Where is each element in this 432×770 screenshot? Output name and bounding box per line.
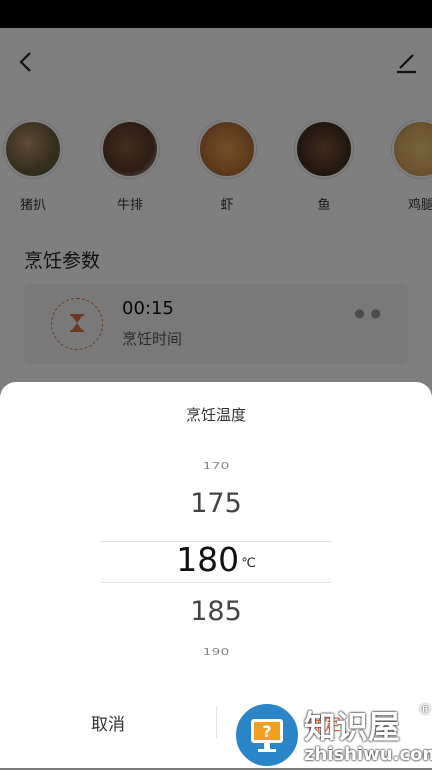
picker-option[interactable]: 175 <box>0 488 432 519</box>
watermark: ? 知识屋 ® zhishiwu.com <box>232 700 432 768</box>
watermark-title: 知识屋 <box>304 708 401 746</box>
temperature-wheel[interactable]: 170 175 180 ℃ 185 190 <box>0 452 432 672</box>
status-bar <box>0 0 432 28</box>
svg-text:?: ? <box>262 722 271 741</box>
selected-temperature: 180 <box>176 540 240 579</box>
sheet-title: 烹饪温度 <box>185 406 246 424</box>
question-monitor-icon: ? <box>251 719 283 752</box>
cancel-button[interactable]: 取消 <box>48 710 168 735</box>
watermark-logo: ? <box>234 702 300 768</box>
picker-option[interactable]: 190 <box>0 646 432 657</box>
temperature-unit: ℃ <box>241 556 256 571</box>
watermark-registered: ® <box>418 702 432 718</box>
picker-option-selected[interactable]: 180 ℃ <box>0 540 432 579</box>
footer-divider <box>216 706 217 738</box>
picker-option[interactable]: 185 <box>0 596 432 627</box>
watermark-subtitle: zhishiwu.com <box>304 744 432 765</box>
selection-line-bottom <box>100 582 332 583</box>
picker-option[interactable]: 170 <box>0 460 432 471</box>
